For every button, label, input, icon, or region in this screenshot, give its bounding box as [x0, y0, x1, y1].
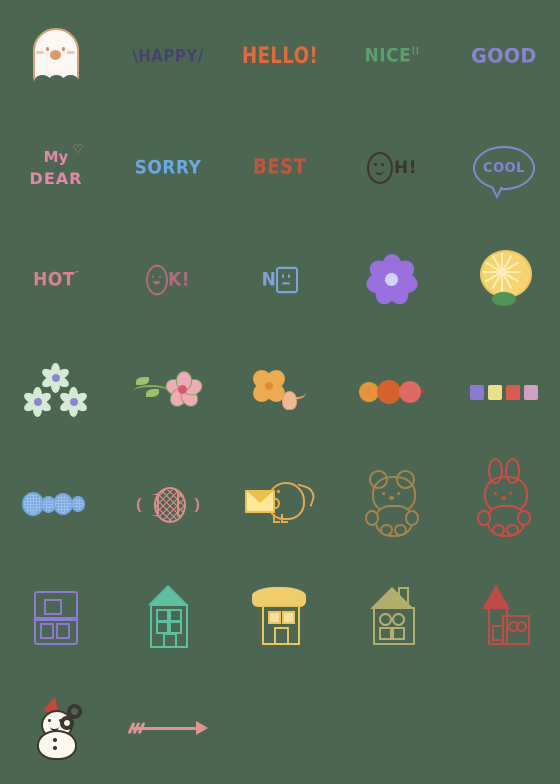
sticker-cell-house-red[interactable] [448, 560, 560, 672]
sticker-cell-snowman[interactable] [0, 672, 112, 784]
sticker-cell-bird[interactable] [224, 448, 336, 560]
house-red [458, 570, 550, 662]
sticker-cell-house-teal[interactable] [112, 560, 224, 672]
sticker-cell-sorry[interactable]: SORRY [112, 112, 224, 224]
nice-suffix: !! [411, 45, 420, 57]
sticker-cell-orange-flower[interactable] [224, 336, 336, 448]
sticker-cell-hello[interactable]: HELLO! [224, 0, 336, 112]
sorry-text: SORRY [134, 156, 202, 179]
sticker-cell-no[interactable]: N [224, 224, 336, 336]
blue-dotted-eggs [10, 458, 102, 550]
sticker-cell-dango[interactable] [336, 336, 448, 448]
sticker-cell-arrow[interactable] [112, 672, 224, 784]
sticker-cell-cool[interactable]: COOL [448, 112, 560, 224]
color-swatch [524, 384, 538, 400]
sticker-cell-ok[interactable]: K! [112, 224, 224, 336]
sticker-cell-nice[interactable]: NICE!! [336, 0, 448, 112]
my-dear-line1: My ♡ [43, 142, 84, 166]
sticker-cell-empty-1 [224, 672, 336, 784]
sad-face-icon [276, 266, 299, 294]
color-swatch [470, 384, 484, 400]
sticker-cell-rabbit[interactable] [448, 448, 560, 560]
sticker-cell-oh[interactable]: H! [336, 112, 448, 224]
oh-text: H! [394, 157, 417, 178]
color-swatch [506, 384, 520, 400]
sticker-cell-empty-2 [336, 672, 448, 784]
arrow-right-icon [122, 682, 214, 774]
color-squares [458, 346, 550, 438]
mint-flower [22, 387, 53, 417]
pink-flower-branch [122, 346, 214, 438]
bear-outline [346, 458, 438, 550]
hot-suffix: ″ [74, 269, 79, 281]
flower-center [34, 398, 42, 406]
sticker-cell-lemon[interactable] [448, 224, 560, 336]
sticker-cell-house-purple[interactable] [0, 560, 112, 672]
flower-center [52, 374, 60, 382]
ok-text: K! [146, 264, 190, 296]
mint-flower-trio [10, 346, 102, 438]
heart-icon: ♡ [72, 142, 84, 156]
orange-flower-bud [234, 346, 326, 438]
bird-with-envelope [234, 458, 326, 550]
sticker-cell-candy[interactable] [112, 448, 224, 560]
flower-center [385, 273, 398, 286]
emoji-sticker-grid: ghost \HAPPY/ HELLO! NICE!! GOOD [0, 0, 560, 784]
sticker-cell-good[interactable]: GOOD [448, 0, 560, 112]
house-purple [10, 570, 102, 662]
dango-ball [399, 381, 421, 403]
sticker-cell-squares[interactable] [448, 336, 560, 448]
my-label: My [43, 148, 69, 166]
sticker-cell-empty-3 [448, 672, 560, 784]
sticker-cell-happy[interactable]: \HAPPY/ [112, 0, 224, 112]
ok-label: K! [168, 269, 190, 291]
color-swatch [488, 384, 502, 400]
sticker-cell-house-olive[interactable] [336, 560, 448, 672]
sticker-cell-eggs[interactable] [0, 448, 112, 560]
best-text: BEST [252, 155, 308, 180]
house-yellow [234, 570, 326, 662]
sticker-cell-purple-flower[interactable] [336, 224, 448, 336]
cool-text: COOL [483, 160, 525, 176]
dango-skewer [346, 346, 438, 438]
good-text: GOOD [471, 43, 537, 68]
hot-label: HOT [33, 268, 75, 291]
blue-egg [53, 493, 73, 515]
sticker-cell-pink-flower[interactable] [112, 336, 224, 448]
my-dear-line2: DEAR [29, 169, 83, 188]
purple-flower [346, 234, 438, 326]
no-label: N [261, 269, 277, 291]
house-teal [122, 570, 214, 662]
sticker-cell-house-yellow[interactable] [224, 560, 336, 672]
sticker-cell-bear[interactable] [336, 448, 448, 560]
sticker-cell-best[interactable]: BEST [224, 112, 336, 224]
happy-text: \HAPPY/ [132, 47, 203, 64]
hello-text: HELLO! [241, 42, 319, 69]
nice-label: NICE [364, 44, 412, 67]
wrapped-candy [122, 458, 214, 550]
house-olive [346, 570, 438, 662]
sticker-cell-ghost[interactable]: ghost [0, 0, 112, 112]
happy-suffix: / [197, 45, 204, 66]
mint-flower [58, 387, 89, 417]
blue-egg [71, 496, 85, 512]
cute-ghost: ghost [10, 10, 102, 102]
no-text: N [261, 266, 299, 294]
dango-ball [359, 382, 379, 402]
nice-text: NICE!! [365, 46, 420, 65]
sticker-cell-my-dear[interactable]: My ♡ DEAR [0, 112, 112, 224]
sticker-cell-hot[interactable]: HOT″ [0, 224, 112, 336]
hot-text: HOT″ [33, 268, 79, 291]
lemon-slice [458, 234, 550, 326]
rabbit-outline [458, 458, 550, 550]
ok-face-icon [146, 264, 169, 296]
my-dear-text: My ♡ DEAR [29, 142, 84, 188]
smiley-face-icon [367, 152, 393, 184]
dango-ball [377, 380, 401, 404]
happy-label: HAPPY [138, 45, 198, 66]
flower-center [70, 398, 78, 406]
sticker-cell-mint-flowers[interactable] [0, 336, 112, 448]
speech-bubble-icon: COOL [473, 146, 535, 199]
snowman-party-hat [10, 682, 102, 774]
